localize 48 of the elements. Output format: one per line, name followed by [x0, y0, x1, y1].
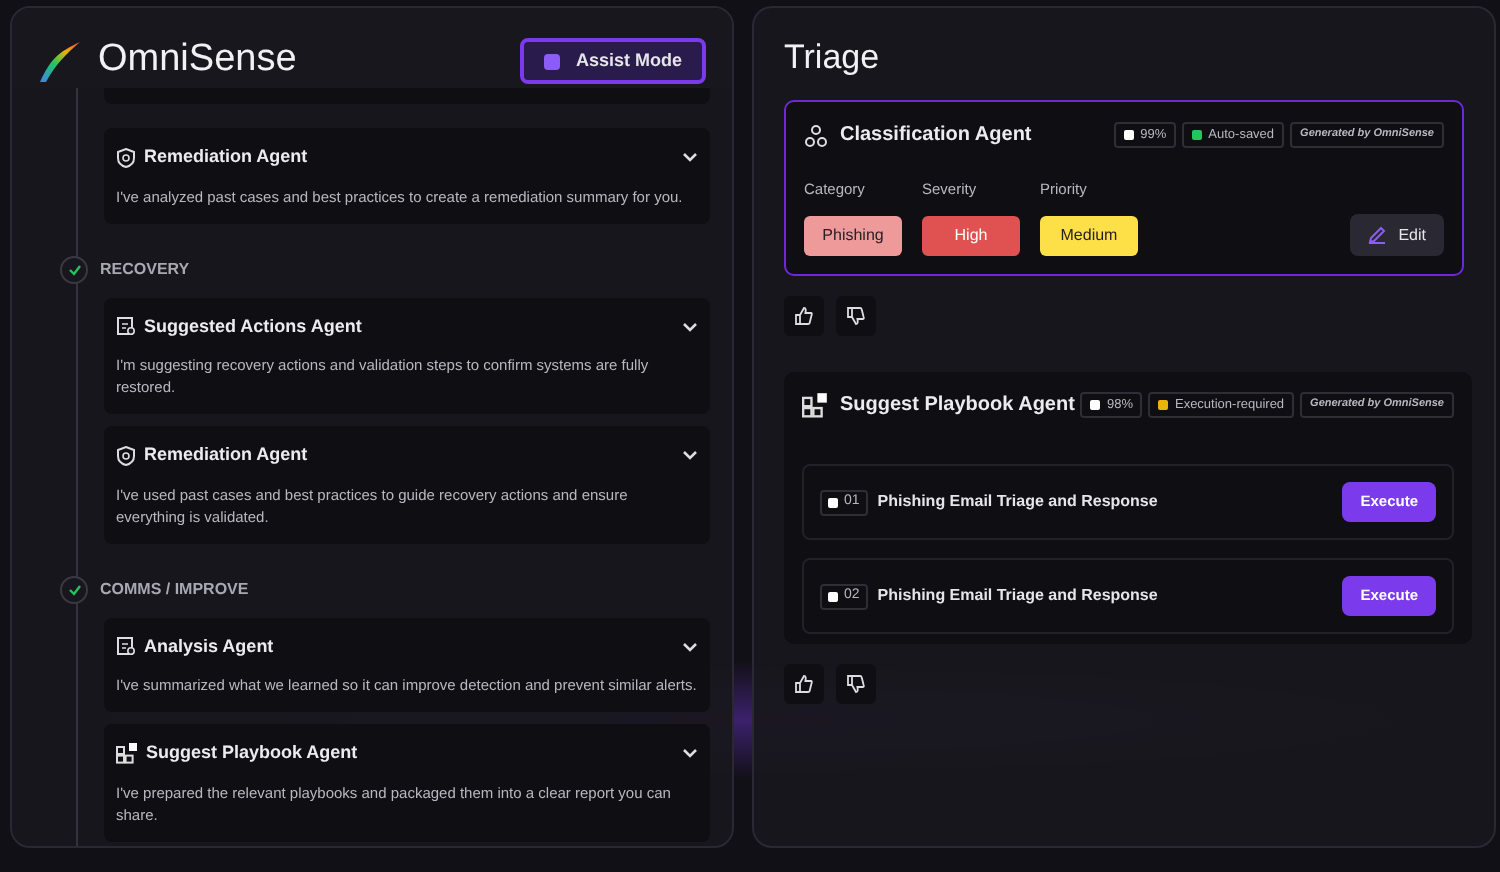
playbook-title: Phishing Email Triage and Response: [877, 584, 1158, 608]
thumbs-up-icon: [794, 306, 814, 326]
card-title: Suggest Playbook Agent: [146, 740, 358, 766]
field-value-tag: Phishing: [804, 216, 902, 257]
expand-button[interactable]: [682, 152, 698, 163]
logo-icon: [38, 39, 82, 83]
card-title: Remediation Agent: [144, 144, 308, 170]
mode-indicator-icon: [543, 53, 560, 69]
chevron-down-icon: [682, 450, 698, 461]
thumbs-up-button[interactable]: [784, 296, 824, 336]
thumbs-down-button[interactable]: [836, 664, 876, 704]
stage-label: RECOVERY: [100, 257, 190, 281]
playbook-title: Phishing Email Triage and Response: [877, 490, 1158, 514]
document-icon: [116, 316, 136, 337]
card-title: Remediation Agent: [144, 442, 308, 468]
edit-button[interactable]: Edit: [1350, 214, 1444, 257]
panel-title: Triage: [784, 36, 882, 76]
thumbs-up-button[interactable]: [784, 664, 824, 704]
expand-button[interactable]: [682, 450, 698, 461]
pencil-icon: [1368, 226, 1387, 245]
field-value-tag: High: [922, 216, 1020, 257]
grid-icon: [802, 392, 828, 418]
agent-title: Suggest Playbook Agent: [840, 392, 1075, 420]
bullet-icon: [828, 591, 838, 601]
stage-label: COMMS / IMPROVE: [100, 577, 249, 601]
chevron-down-icon: [682, 641, 698, 652]
field-value-tag: Medium: [1040, 216, 1138, 257]
nodes-icon: [804, 123, 828, 147]
expand-button[interactable]: [682, 641, 698, 652]
chevron-down-icon: [682, 748, 698, 759]
expand-button[interactable]: [682, 748, 698, 759]
document-icon: [116, 636, 136, 657]
shield-icon: [116, 147, 136, 168]
thumbs-down-icon: [846, 306, 866, 326]
grid-icon: [116, 742, 138, 765]
thumbs-up-icon: [794, 674, 814, 694]
agent-title: Classification Agent: [840, 122, 1032, 150]
chevron-down-icon: [682, 152, 698, 163]
shield-icon: [116, 445, 136, 466]
chevron-down-icon: [682, 321, 698, 332]
expand-button[interactable]: [682, 321, 698, 332]
assist-mode-button[interactable]: Assist Mode: [519, 38, 706, 84]
card-title: Suggested Actions Agent: [144, 313, 362, 340]
bullet-icon: [828, 497, 838, 507]
app-title: OmniSense: [98, 36, 297, 85]
thumbs-down-icon: [846, 674, 866, 694]
card-title: Analysis Agent: [144, 633, 274, 660]
thumbs-down-button[interactable]: [836, 296, 876, 336]
